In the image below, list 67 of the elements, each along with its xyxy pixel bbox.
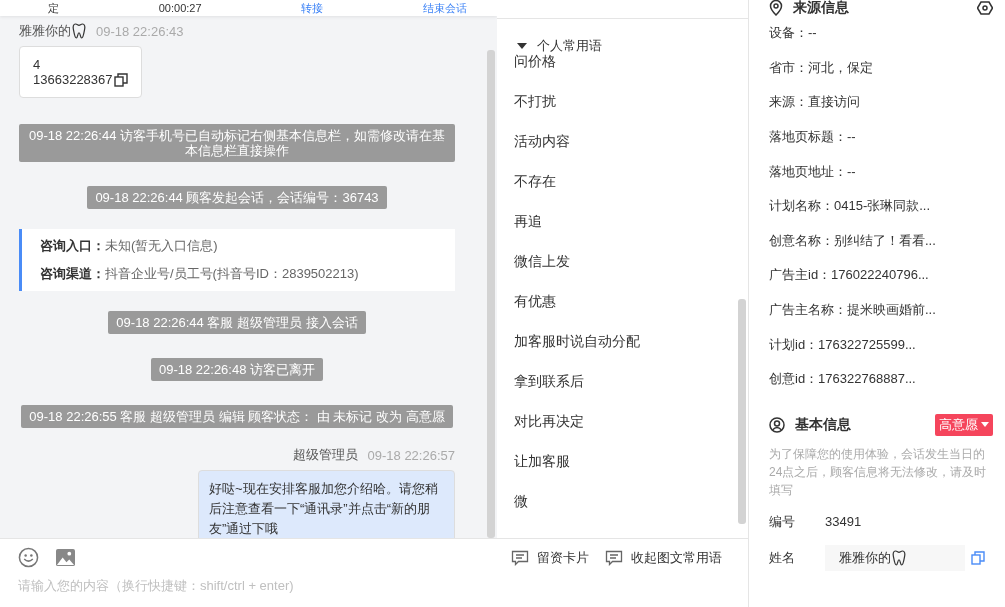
- section-title: 基本信息: [795, 415, 852, 434]
- info-line: 落地页地址：--: [769, 162, 856, 181]
- message-text: 4: [33, 57, 42, 72]
- entry-line: 咨询入口：未知(暂无入口信息): [40, 237, 219, 255]
- system-notice: 09-18 22:26:44 访客手机号已自动标记右侧基本信息栏，如需修改请在基本信息栏直接操作: [19, 124, 455, 162]
- tooth-icon: [892, 549, 906, 566]
- sender-name: 超级管理员: [292, 446, 358, 464]
- phrase-item[interactable]: 拿到联系后: [514, 373, 584, 391]
- header-link[interactable]: 转接: [301, 0, 324, 16]
- phrase-item[interactable]: 微: [514, 493, 528, 511]
- entry-line: 咨询渠道：抖音企业号/员工号(抖音号ID：2839502213): [40, 265, 360, 283]
- info-line: 来源：直接访问: [769, 93, 860, 112]
- system-notice: 09-18 22:26:44 顾客发起会话，会话编号：36743: [87, 186, 387, 209]
- header-text: 00:00:27: [158, 2, 202, 14]
- info-line: 广告主id：176022240796...: [769, 266, 929, 285]
- message-time: 09-18 22:26:43: [96, 23, 184, 39]
- field-label: 编号: [769, 512, 796, 531]
- caret-icon: [517, 43, 527, 49]
- info-line: 创意id：176322768887...: [769, 370, 916, 389]
- message-bubble: 好哒~现在安排客服加您介绍哈。请您稍后注意查看一下“通讯录”并点击“新的朋友”通过下哦: [198, 470, 455, 538]
- phrase-group[interactable]: 个人常用语: [514, 39, 738, 53]
- settings-icon[interactable]: [977, 1, 993, 15]
- message-time: 09-18 22:26:57: [367, 447, 455, 463]
- toolbar-button[interactable]: 留资卡片: [511, 548, 589, 567]
- location-pin-icon: [769, 0, 783, 16]
- info-line: 创意名称：别纠结了！看看...: [769, 231, 936, 250]
- phrase-item[interactable]: 不打扰: [514, 93, 556, 111]
- phrase-item[interactable]: 问价格: [514, 53, 556, 71]
- phrase-item[interactable]: 加客服时说自动分配: [514, 333, 640, 351]
- field-label: 姓名: [769, 548, 796, 567]
- info-line: 广告主名称：提米映画婚前...: [769, 301, 936, 320]
- info-line: 设备：--: [769, 24, 817, 43]
- phrase-item[interactable]: 活动内容: [514, 133, 570, 151]
- info-line: 计划名称：0415-张琳同款...: [769, 197, 931, 216]
- header-text: 定: [48, 0, 59, 16]
- message-input[interactable]: 请输入您的内容（换行快捷键：shift/ctrl + enter): [18, 576, 722, 594]
- tooth-icon: [72, 23, 86, 39]
- system-notice: 09-18 22:26:48 访客已离开: [150, 358, 324, 381]
- user-icon: [769, 416, 785, 433]
- scrollbar-thumb[interactable]: [738, 299, 746, 524]
- message-text: 13663228367: [33, 72, 113, 87]
- notice-text: 为了保障您的使用体验，会话发生当日的24点之后，顾客信息将无法修改，请及时填写: [769, 445, 988, 499]
- phrase-item[interactable]: 不存在: [514, 173, 556, 191]
- message-icon: [605, 549, 623, 566]
- header-link[interactable]: 结束会话: [423, 0, 467, 16]
- emoji-icon[interactable]: [18, 547, 39, 568]
- system-notice: 09-18 22:26:44 客服 超级管理员 接入会话: [108, 311, 366, 334]
- phrase-item[interactable]: 再追: [514, 213, 542, 231]
- toolbar-button[interactable]: 收起图文常用语: [605, 548, 722, 567]
- message-icon: [511, 549, 529, 566]
- phrase-item[interactable]: 让加客服: [514, 453, 570, 471]
- image-icon[interactable]: [55, 548, 76, 567]
- info-line: 计划id：176322725599...: [769, 335, 916, 354]
- scrollbar-thumb[interactable]: [487, 50, 495, 538]
- system-notice: 09-18 22:26:55 客服 超级管理员 编辑 顾客状态： 由 未标记 改为 高意愿: [21, 405, 453, 428]
- field-value: 33491: [825, 514, 862, 530]
- phrase-item[interactable]: 有优惠: [514, 293, 556, 311]
- info-line: 省市：河北，保定: [769, 58, 873, 77]
- info-line: 落地页标题：--: [769, 128, 856, 147]
- section-title: 来源信息: [793, 0, 850, 17]
- phrase-item[interactable]: 微信上发: [514, 253, 570, 271]
- caret-icon: [981, 422, 989, 428]
- copy-icon[interactable]: [113, 72, 128, 87]
- name-field[interactable]: 雅雅你的: [825, 544, 965, 571]
- phrase-item[interactable]: 对比再决定: [514, 413, 584, 431]
- sender-name: 雅雅你的: [19, 22, 71, 40]
- intent-tag[interactable]: 高意愿: [935, 413, 993, 436]
